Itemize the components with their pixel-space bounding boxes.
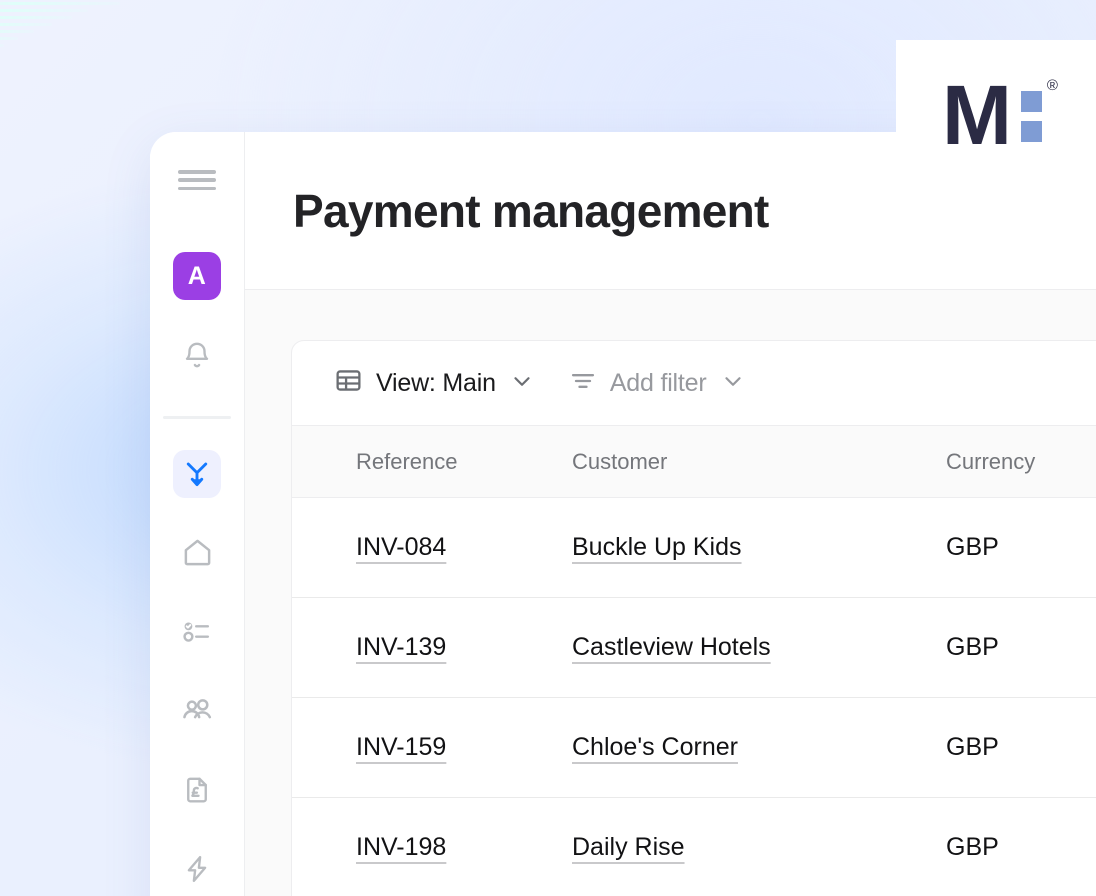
reference-link[interactable]: INV-159 bbox=[356, 733, 446, 761]
brand-logo: M ® bbox=[942, 67, 1058, 162]
table-view-icon bbox=[334, 366, 363, 400]
merge-arrow-icon bbox=[182, 459, 212, 489]
currency-value: GBP bbox=[932, 697, 1096, 798]
table-row[interactable]: INV-084 Buckle Up Kids GBP bbox=[292, 497, 1096, 598]
brand-logo-card: M ® bbox=[896, 40, 1096, 190]
content-area: View: Main Add filter Reference Customer… bbox=[245, 290, 1096, 896]
invoice-pound-icon bbox=[182, 775, 212, 805]
chevron-down-icon[interactable] bbox=[509, 368, 535, 399]
hamburger-menu-icon[interactable] bbox=[178, 170, 216, 190]
logo-colon-icon bbox=[1020, 91, 1042, 151]
payments-table: Reference Customer Currency INV-084 Buck… bbox=[292, 425, 1096, 896]
table-header-row: Reference Customer Currency bbox=[292, 425, 1096, 498]
column-header-reference[interactable]: Reference bbox=[292, 425, 572, 498]
table-toolbar: View: Main Add filter bbox=[292, 341, 1096, 425]
view-selector[interactable]: View: Main bbox=[334, 366, 535, 400]
sidebar-item-home[interactable] bbox=[173, 529, 221, 577]
sidebar-item-automations[interactable] bbox=[173, 845, 221, 893]
sidebar-item-customers[interactable] bbox=[173, 687, 221, 735]
column-header-customer[interactable]: Customer bbox=[572, 425, 932, 498]
sidebar: A bbox=[150, 132, 245, 896]
home-icon bbox=[182, 537, 213, 568]
customer-link[interactable]: Castleview Hotels bbox=[572, 633, 771, 661]
decorative-stripes bbox=[0, 0, 170, 50]
avatar[interactable]: A bbox=[173, 252, 221, 300]
filter-lines-icon bbox=[569, 367, 597, 400]
customer-link[interactable]: Chloe's Corner bbox=[572, 733, 738, 761]
lightning-icon bbox=[182, 854, 212, 884]
app-window: A Payment management View: Main Add filt… bbox=[150, 132, 1096, 896]
reference-link[interactable]: INV-198 bbox=[356, 833, 446, 861]
add-filter-label: Add filter bbox=[609, 368, 707, 397]
table-panel: View: Main Add filter Reference Customer… bbox=[291, 340, 1096, 896]
sidebar-item-flows[interactable] bbox=[173, 449, 221, 498]
currency-value: GBP bbox=[932, 497, 1096, 598]
sidebar-item-notifications[interactable] bbox=[173, 331, 221, 379]
people-icon bbox=[181, 695, 213, 727]
sidebar-item-tasks[interactable] bbox=[173, 608, 221, 656]
main-area: Payment management View: Main Add filter… bbox=[245, 132, 1096, 896]
checklist-icon bbox=[182, 616, 213, 647]
table-row[interactable]: INV-159 Chloe's Corner GBP bbox=[292, 697, 1096, 798]
customer-link[interactable]: Daily Rise bbox=[572, 833, 685, 861]
bell-icon bbox=[182, 340, 212, 370]
view-label: View: Main bbox=[376, 368, 496, 397]
currency-value: GBP bbox=[932, 597, 1096, 698]
customer-link[interactable]: Buckle Up Kids bbox=[572, 533, 742, 561]
currency-value: GBP bbox=[932, 797, 1096, 896]
logo-letter: M bbox=[942, 67, 1012, 162]
chevron-down-icon[interactable] bbox=[720, 368, 746, 399]
sidebar-item-invoices[interactable] bbox=[173, 766, 221, 814]
table-row[interactable]: INV-139 Castleview Hotels GBP bbox=[292, 597, 1096, 698]
page-title: Payment management bbox=[293, 184, 769, 237]
reference-link[interactable]: INV-084 bbox=[356, 533, 446, 561]
add-filter-button[interactable]: Add filter bbox=[569, 367, 746, 400]
registered-trademark-mark: ® bbox=[1046, 76, 1058, 94]
sidebar-divider bbox=[163, 416, 231, 419]
column-header-currency[interactable]: Currency bbox=[932, 425, 1096, 498]
reference-link[interactable]: INV-139 bbox=[356, 633, 446, 661]
table-row[interactable]: INV-198 Daily Rise GBP bbox=[292, 797, 1096, 896]
